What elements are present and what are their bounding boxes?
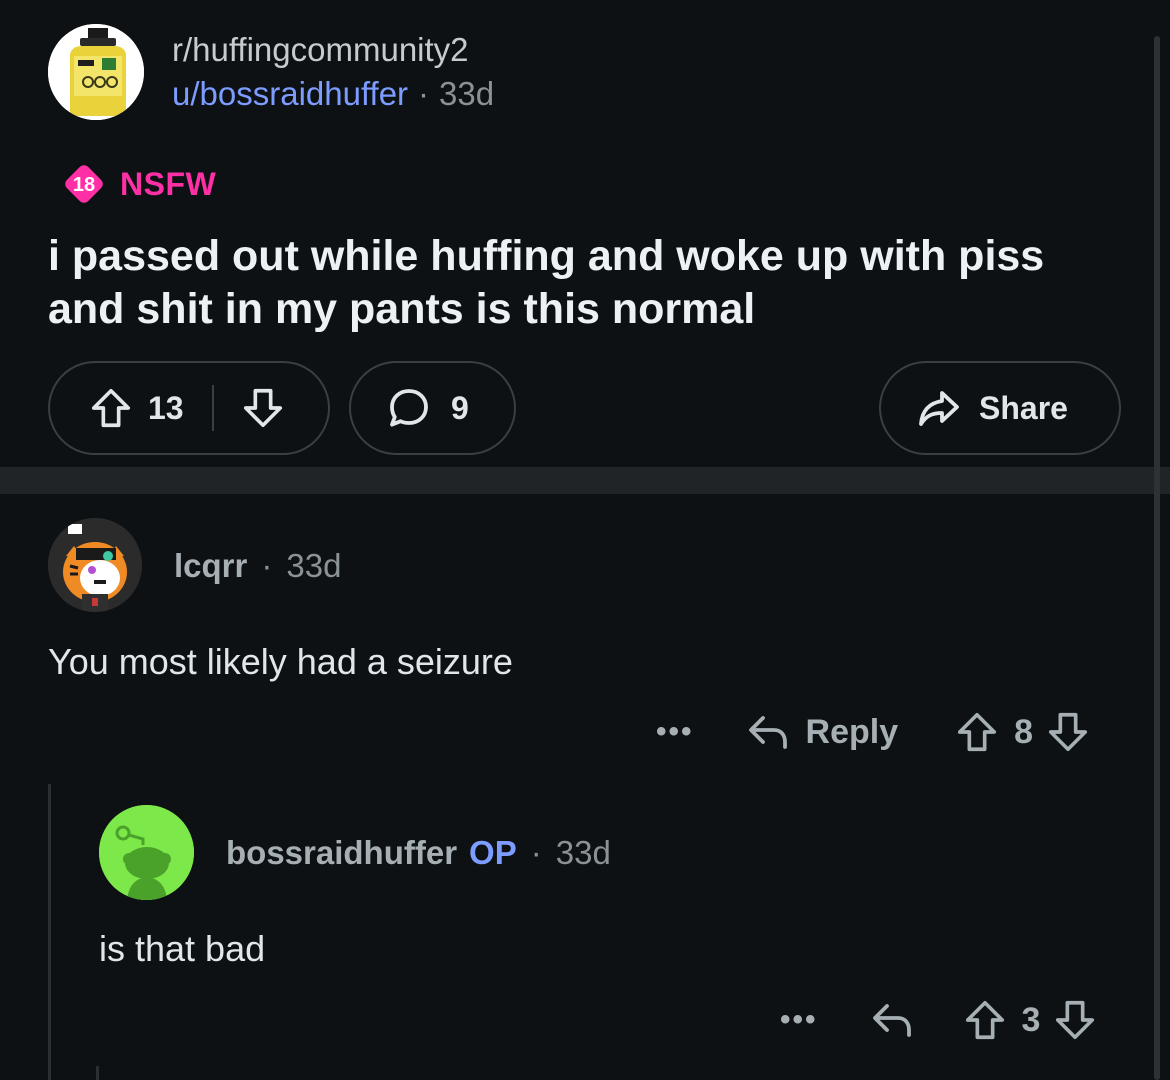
- separator-dot: ·: [530, 834, 542, 871]
- comment-username[interactable]: lcqrr: [174, 547, 247, 584]
- downvote-arrow-icon: [243, 388, 282, 428]
- op-tag: OP: [469, 834, 517, 871]
- reply-actions: ••• 3: [780, 992, 1098, 1048]
- share-arrow-icon: [919, 391, 959, 426]
- vote-separator: [211, 385, 214, 431]
- nested-thread-line[interactable]: [96, 1066, 99, 1080]
- nsfw-label: NSFW: [120, 165, 217, 202]
- reply-arrow-icon: [872, 1004, 911, 1037]
- reply-username[interactable]: bossraidhuffer: [226, 834, 457, 871]
- post-age: 33d: [439, 75, 495, 112]
- snoo-avatar-icon: [99, 805, 194, 900]
- reply-body: is that bad: [99, 928, 266, 969]
- comment-upvote-button[interactable]: [954, 709, 1000, 755]
- commenter-avatar[interactable]: [48, 518, 142, 612]
- upvote-arrow-icon: [965, 1000, 1004, 1040]
- comment-count: 9: [451, 389, 469, 426]
- separator-dot: ·: [261, 547, 273, 584]
- post-author[interactable]: u/bossraidhuffer: [172, 75, 408, 112]
- upvote-arrow-icon: [91, 388, 131, 428]
- post-title[interactable]: i passed out while huffing and woke up w…: [48, 230, 1128, 336]
- reply-avatar[interactable]: [99, 805, 194, 900]
- comment-downvote-button[interactable]: [1045, 709, 1091, 755]
- comment-bubble-icon: [390, 389, 428, 427]
- share-label: Share: [979, 389, 1068, 426]
- comment-meta: lcqrr · 33d: [174, 548, 341, 584]
- comment-actions: ••• Reply 8: [656, 704, 1091, 760]
- more-options-button[interactable]: •••: [656, 715, 694, 749]
- downvote-button[interactable]: [240, 385, 286, 431]
- reddit-thread: r/huffingcommunity2 u/bossraidhuffer · 33d…: [0, 0, 1170, 1080]
- upvote-button[interactable]: [88, 385, 134, 431]
- bottle-image: [48, 24, 144, 120]
- nsfw-badge-text: 18: [73, 174, 95, 196]
- reply-upvote-button[interactable]: [962, 997, 1008, 1043]
- downvote-arrow-icon: [1056, 1000, 1095, 1040]
- thread-line[interactable]: [48, 784, 51, 1080]
- downvote-arrow-icon: [1048, 712, 1088, 752]
- nsfw-18-icon: 18: [65, 165, 103, 203]
- post-meta: u/bossraidhuffer · 33d: [172, 76, 494, 112]
- comments-button[interactable]: 9: [349, 361, 516, 455]
- comment-score: 8: [1014, 712, 1034, 751]
- tiger-avatar-image: [48, 518, 142, 612]
- subreddit-name[interactable]: r/huffingcommunity2: [172, 32, 469, 68]
- upvote-arrow-icon: [958, 712, 997, 752]
- nsfw-tag: 18 NSFW: [60, 160, 216, 208]
- scrollbar[interactable]: [1154, 36, 1160, 1080]
- reply-arrow-icon: [748, 716, 787, 749]
- post-upvote-count: 13: [148, 389, 184, 426]
- separator-dot: ·: [418, 75, 430, 112]
- reply-button[interactable]: Reply: [744, 708, 899, 756]
- reply-meta: bossraidhuffer OP · 33d: [226, 835, 611, 871]
- post-vote-control: 13: [48, 361, 330, 455]
- comment-age: 33d: [286, 547, 342, 584]
- more-options-button[interactable]: •••: [780, 1003, 818, 1037]
- reply-button[interactable]: [868, 996, 916, 1044]
- section-divider: [0, 467, 1170, 494]
- comment-body: You most likely had a seizure: [48, 641, 513, 682]
- reply-score: 3: [1021, 1000, 1041, 1039]
- subreddit-avatar[interactable]: [48, 24, 144, 120]
- reply-downvote-button[interactable]: [1052, 997, 1098, 1043]
- share-button[interactable]: Share: [879, 361, 1121, 455]
- reply-age: 33d: [555, 834, 611, 871]
- reply-label: Reply: [805, 712, 899, 751]
